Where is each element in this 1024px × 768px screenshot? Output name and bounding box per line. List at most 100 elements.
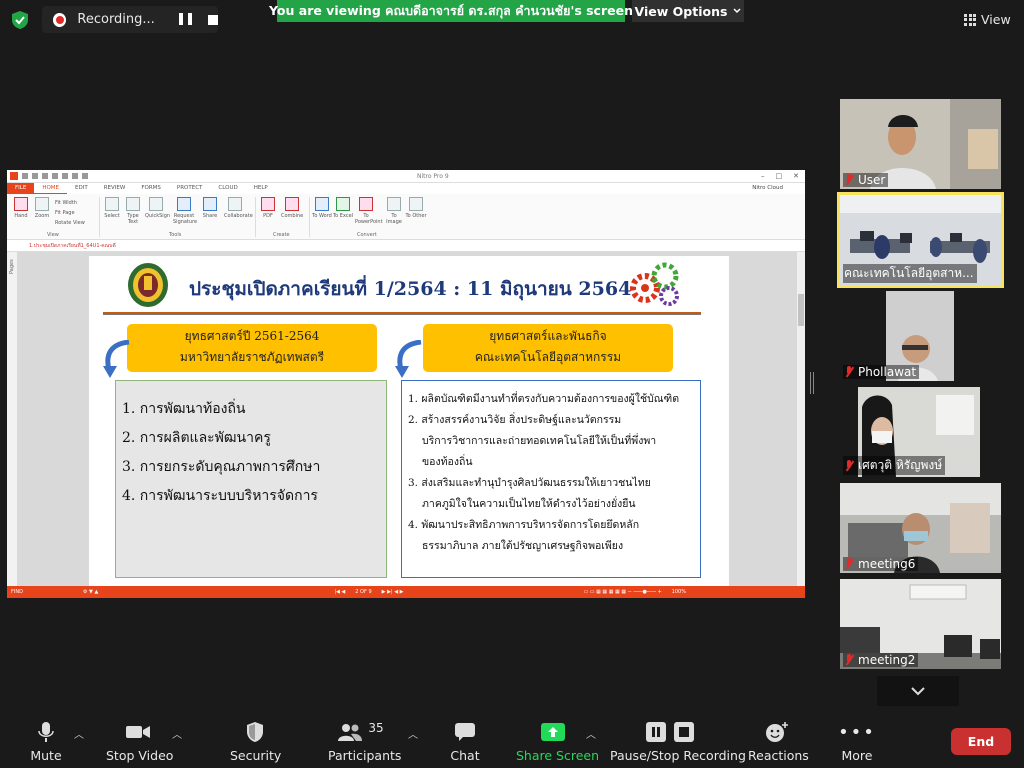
- smiley-plus-icon: [766, 722, 788, 742]
- security-button[interactable]: Security: [230, 720, 281, 763]
- image-icon: [387, 197, 401, 211]
- university-seal-logo: [128, 263, 168, 307]
- vertical-scrollbar[interactable]: [797, 252, 805, 586]
- pdf-icon: [261, 197, 275, 211]
- to-other-button[interactable]: To Other: [405, 197, 427, 219]
- university-strategy-list: 1. การพัฒนาท้องถิ่น 2. การผลิตและพัฒนาคร…: [115, 380, 387, 578]
- pause-recording-button[interactable]: [179, 12, 193, 27]
- to-word-button[interactable]: To Word: [311, 197, 333, 219]
- stop-icon: [674, 722, 694, 742]
- to-image-button[interactable]: To Image: [383, 197, 405, 225]
- window-controls: – □ ✕: [761, 172, 799, 180]
- to-powerpoint-button[interactable]: To PowerPoint: [355, 197, 383, 225]
- more-button[interactable]: ••• More: [838, 720, 876, 764]
- view-group-label: View: [47, 232, 59, 238]
- panel-resize-handle[interactable]: [810, 372, 814, 394]
- shield-icon[interactable]: [10, 10, 30, 30]
- document-tab[interactable]: 1.ประชุมเปิดภาคเรียนที่1_64U1-คณบดี: [29, 242, 116, 250]
- participant-tile[interactable]: User: [840, 99, 1001, 189]
- nitro-cloud-label[interactable]: Nitro Cloud: [752, 185, 783, 191]
- to-excel-button[interactable]: To Excel: [332, 197, 354, 219]
- hand-tool-button[interactable]: Hand: [10, 197, 32, 219]
- view-button[interactable]: View: [964, 12, 1011, 27]
- pen-icon: [149, 197, 163, 211]
- participant-tile-active-speaker[interactable]: คณะเทคโนโลยีอุตสาห...: [837, 192, 1004, 288]
- list-item: 2. การผลิตและพัฒนาครู: [122, 430, 271, 446]
- rotate-view-button[interactable]: Rotate View: [55, 218, 85, 228]
- participant-tile[interactable]: meeting6: [840, 483, 1001, 573]
- fit-page-button[interactable]: Fit Page: [55, 208, 85, 218]
- view-mode-icons[interactable]: ▭ ▭ ▦ ▦ ▦ ▦ ▦ − ───●─── +: [583, 589, 661, 595]
- participants-icon: [338, 724, 363, 741]
- tab-home[interactable]: HOME: [34, 183, 68, 194]
- tab-help[interactable]: HELP: [246, 183, 276, 194]
- stop-recording-button[interactable]: [208, 14, 218, 25]
- request-signature-button[interactable]: Request Signature: [173, 197, 197, 225]
- view-options-button[interactable]: View Options: [632, 0, 744, 22]
- video-options-caret[interactable]: ︿: [172, 726, 182, 741]
- pages-panel[interactable]: Pages: [7, 252, 17, 586]
- select-button[interactable]: Select: [101, 197, 123, 219]
- muted-mic-icon: [844, 174, 854, 186]
- collaborate-button[interactable]: Collaborate: [224, 197, 253, 219]
- participant-tile[interactable]: เศตวุติ หิรัญพงษ์: [840, 387, 1001, 477]
- document-area: Pages ประชุมเปิดภาคเรียนที่ 1/2564 : 11 …: [7, 252, 805, 586]
- end-meeting-button[interactable]: End: [951, 728, 1011, 755]
- ribbon-tabs: FILE HOME EDIT REVIEW FORMS PROTECT CLOU…: [7, 183, 805, 194]
- tab-file[interactable]: FILE: [7, 183, 35, 194]
- title-divider: [103, 312, 701, 315]
- share-options-caret[interactable]: ︿: [586, 726, 596, 741]
- list-item: 3. ส่งเสริมและทำนุบำรุงศิลปวัฒนธรรมให้เย…: [408, 477, 651, 510]
- powerpoint-icon: [359, 197, 373, 211]
- minimize-icon[interactable]: –: [761, 172, 765, 180]
- participants-count: 35: [368, 721, 384, 735]
- page-indicator[interactable]: 2 OF 9: [355, 589, 371, 595]
- participant-name: meeting6: [858, 557, 916, 571]
- tools-group-label: Tools: [169, 232, 182, 238]
- tab-forms[interactable]: FORMS: [133, 183, 169, 194]
- chevron-down-icon: [733, 8, 741, 14]
- tab-review[interactable]: REVIEW: [96, 183, 134, 194]
- find-label[interactable]: FIND: [11, 589, 23, 595]
- zoom-level[interactable]: 100%: [672, 589, 686, 595]
- audio-options-caret[interactable]: ︿: [74, 726, 84, 741]
- next-page-icon[interactable]: ▶ ▶| ◀ ▶: [382, 589, 404, 595]
- stop-video-button[interactable]: Stop Video: [106, 720, 173, 763]
- maximize-icon[interactable]: □: [776, 172, 783, 180]
- pause-stop-recording-button[interactable]: Pause/Stop Recording: [610, 720, 746, 763]
- participant-name: คณะเทคโนโลยีอุตสาห...: [844, 266, 974, 280]
- zoom-icon: [35, 197, 49, 211]
- chat-button[interactable]: Chat: [448, 720, 482, 763]
- fit-width-button[interactable]: Fit Width: [55, 198, 85, 208]
- list-item: 1. การพัฒนาท้องถิ่น: [122, 401, 246, 417]
- muted-mic-icon: [844, 459, 854, 472]
- participant-tile[interactable]: Phollawat: [840, 291, 1001, 381]
- type-text-button[interactable]: Type Text: [122, 197, 144, 225]
- muted-mic-icon: [844, 366, 854, 378]
- combine-button[interactable]: Combine: [281, 197, 303, 219]
- text-icon: [126, 197, 140, 211]
- settings-icon[interactable]: ⚙ ▼ ▲: [83, 589, 98, 595]
- scrollbar-thumb[interactable]: [798, 294, 804, 326]
- document-tabs: 1.ประชุมเปิดภาคเรียนที่1_64U1-คณบดี: [7, 240, 805, 252]
- quicksign-button[interactable]: QuickSign: [145, 197, 170, 219]
- quick-access-toolbar: [22, 173, 88, 179]
- participant-tile[interactable]: meeting2: [840, 579, 1001, 669]
- scroll-participants-down-button[interactable]: [877, 676, 959, 706]
- zoom-button[interactable]: Zoom: [31, 197, 53, 219]
- share-button[interactable]: Share: [199, 197, 221, 219]
- mute-button[interactable]: Mute: [26, 720, 66, 763]
- tab-protect[interactable]: PROTECT: [169, 183, 211, 194]
- tab-cloud[interactable]: CLOUD: [210, 183, 245, 194]
- tab-edit[interactable]: EDIT: [67, 183, 96, 194]
- share-screen-button[interactable]: Share Screen: [516, 720, 599, 763]
- grid-view-icon: [964, 13, 976, 26]
- signature-icon: [177, 197, 191, 211]
- participants-button[interactable]: 35 Participants: [328, 720, 401, 763]
- close-icon[interactable]: ✕: [793, 172, 799, 180]
- reactions-button[interactable]: Reactions: [748, 720, 809, 763]
- participants-options-caret[interactable]: ︿: [408, 726, 418, 741]
- excel-icon: [336, 197, 350, 211]
- pdf-button[interactable]: PDF: [257, 197, 279, 219]
- first-page-icon[interactable]: |◀ ◀: [334, 589, 345, 595]
